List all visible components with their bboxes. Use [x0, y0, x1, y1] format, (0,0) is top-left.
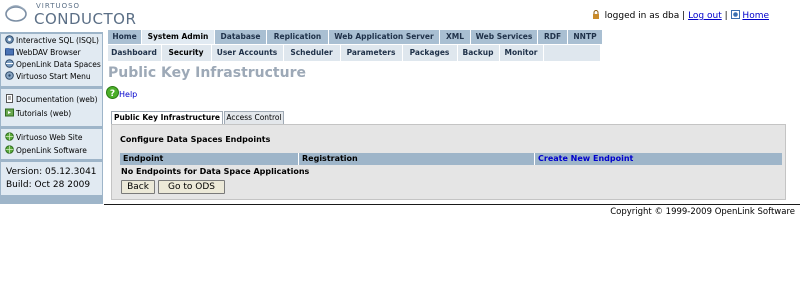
- subtab-parameters[interactable]: Parameters: [341, 45, 401, 61]
- sidebar-item-label: OpenLink Software: [16, 146, 87, 155]
- home-link-icon: [730, 10, 740, 19]
- left-sidebar: Interactive SQL (ISQL) WebDAV Browser Op…: [0, 32, 103, 204]
- page-title: Public Key Infrastructure: [108, 65, 306, 81]
- sidebar-item-label: Documentation (web): [16, 95, 98, 104]
- content-panel: Configure Data Spaces Endpoints Endpoint…: [111, 124, 786, 200]
- back-button[interactable]: Back: [121, 180, 155, 194]
- logo-swirl-icon: [5, 5, 27, 22]
- column-header-endpoint: Endpoint: [123, 154, 164, 163]
- tab-system-admin[interactable]: System Admin: [142, 30, 214, 44]
- help-link[interactable]: ? Help: [106, 86, 137, 99]
- tab-xml[interactable]: XML: [440, 30, 470, 44]
- sidebar-item-ods[interactable]: OpenLink Data Spaces: [5, 59, 101, 70]
- sidebar-item-documentation[interactable]: Documentation (web): [5, 94, 98, 105]
- column-header-registration: Registration: [302, 154, 358, 163]
- create-link-label: Create New Endpoint: [538, 154, 634, 163]
- tab-database[interactable]: Database: [215, 30, 266, 44]
- ods-icon: [5, 59, 14, 68]
- help-icon: ?: [106, 86, 119, 99]
- sidebar-item-label: WebDAV Browser: [16, 48, 81, 57]
- sidebar-group-tools: Interactive SQL (ISQL) WebDAV Browser Op…: [1, 34, 102, 86]
- logout-link[interactable]: Log out: [688, 11, 722, 21]
- tab-web-application-server[interactable]: Web Application Server: [329, 30, 439, 44]
- copyright-text: Copyright © 1999-2009 OpenLink Software: [610, 207, 795, 217]
- tab-home[interactable]: Home: [108, 30, 141, 44]
- globe-icon: [5, 145, 14, 154]
- tab-public-key-infrastructure[interactable]: Public Key Infrastructure: [111, 111, 223, 124]
- section-heading: Configure Data Spaces Endpoints: [120, 135, 271, 144]
- logo-virtuoso-text: VIRTUOSO: [36, 2, 81, 10]
- sidebar-item-start-menu[interactable]: Virtuoso Start Menu: [5, 71, 91, 82]
- endpoints-table-header: Endpoint Registration Create New Endpoin…: [120, 153, 782, 165]
- subtab-user-accounts[interactable]: User Accounts: [212, 45, 282, 61]
- footer-divider: [104, 204, 800, 205]
- tab-nntp[interactable]: NNTP: [568, 30, 602, 44]
- version-info: Version: 05.12.3041 Build: Oct 28 2009: [1, 162, 102, 195]
- subtab-backup[interactable]: Backup: [458, 45, 498, 61]
- sidebar-item-tutorials[interactable]: Tutorials (web): [5, 108, 71, 119]
- sidebar-item-webdav[interactable]: WebDAV Browser: [5, 47, 81, 58]
- folder-icon: [5, 48, 14, 56]
- svg-text:?: ?: [110, 89, 115, 99]
- sidebar-item-isql[interactable]: Interactive SQL (ISQL): [5, 35, 99, 46]
- tab-replication[interactable]: Replication: [267, 30, 328, 44]
- sidebar-item-label: Tutorials (web): [16, 109, 72, 118]
- tab-access-control[interactable]: Access Control: [224, 111, 284, 124]
- sidebar-item-label: Virtuoso Web Site: [16, 133, 83, 142]
- user-bar: logged in as dba | Log out | Home: [592, 9, 769, 21]
- subtab-scheduler[interactable]: Scheduler: [284, 45, 339, 61]
- subtab-monitor[interactable]: Monitor: [500, 45, 542, 61]
- subtab-packages[interactable]: Packages: [403, 45, 456, 61]
- user-lock-icon: [592, 10, 599, 19]
- subtab-dashboard[interactable]: Dashboard: [108, 45, 160, 61]
- isql-icon: [5, 35, 14, 44]
- sidebar-item-openlink-software[interactable]: OpenLink Software: [5, 145, 87, 156]
- version-text: Version: 05.12.3041: [6, 167, 97, 177]
- sub-nav-tabs: Dashboard Security User Accounts Schedul…: [108, 45, 600, 61]
- subtab-security[interactable]: Security: [162, 45, 210, 61]
- globe-icon: [5, 132, 14, 141]
- document-icon: [6, 94, 13, 103]
- sidebar-item-label: Interactive SQL (ISQL): [16, 36, 99, 45]
- tab-web-services[interactable]: Web Services: [471, 30, 537, 44]
- sidebar-group-web: Virtuoso Web Site OpenLink Software: [1, 129, 102, 159]
- tab-rdf[interactable]: RDF: [538, 30, 567, 44]
- virtuoso-icon: [5, 71, 14, 80]
- subtab-divider: [543, 45, 544, 61]
- go-to-ods-button[interactable]: Go to ODS: [158, 180, 225, 194]
- sidebar-item-label: Virtuoso Start Menu: [16, 72, 91, 81]
- build-text: Build: Oct 28 2009: [6, 180, 91, 190]
- sidebar-item-label: OpenLink Data Spaces: [16, 60, 101, 69]
- empty-table-message: No Endpoints for Data Space Applications: [121, 167, 310, 176]
- home-link[interactable]: Home: [742, 11, 769, 21]
- logo-conductor-text: CONDUCTOR: [34, 10, 137, 28]
- tutorial-icon: [5, 108, 14, 117]
- separator: |: [682, 11, 686, 21]
- sidebar-group-docs: Documentation (web) Tutorials (web): [1, 89, 102, 126]
- logged-in-text: logged in as dba: [604, 11, 680, 21]
- help-label: Help: [119, 90, 138, 99]
- create-new-endpoint-link[interactable]: Create New Endpoint: [535, 153, 633, 165]
- separator: |: [724, 11, 728, 21]
- sidebar-item-virtuoso-site[interactable]: Virtuoso Web Site: [5, 132, 82, 143]
- virtuoso-conductor-logo: VIRTUOSO CONDUCTOR: [4, 2, 136, 28]
